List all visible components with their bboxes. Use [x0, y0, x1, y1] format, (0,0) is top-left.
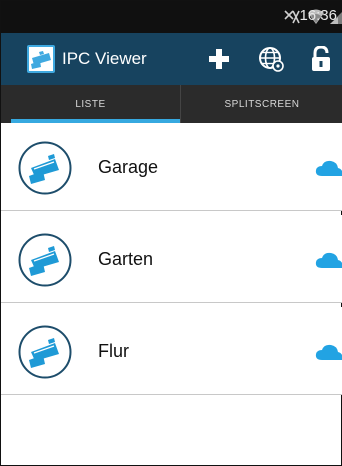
tab-splitscreen-label: SPLITSCREEN	[224, 98, 300, 110]
app-title: IPC Viewer	[62, 49, 147, 68]
tab-splitscreen[interactable]: SPLITSCREEN	[181, 85, 342, 123]
app-logo-icon	[27, 45, 55, 73]
camera-list-item[interactable]: Flur	[1, 307, 342, 395]
camera-list-item[interactable]: Garten	[1, 215, 342, 303]
app-screen: 16:36 IPC Viewer LISTE SPLITSCREEN Garag…	[0, 0, 342, 466]
add-icon	[209, 49, 229, 69]
status-bar: 16:36	[1, 1, 342, 33]
status-time: 16:36	[299, 7, 337, 24]
cloud-icon	[315, 251, 342, 269]
mute-icon	[283, 9, 301, 30]
globe-settings-icon	[259, 47, 284, 72]
app-bar: IPC Viewer	[1, 33, 342, 85]
cloud-icon	[315, 343, 342, 361]
camera-list-item[interactable]: Garage	[1, 123, 342, 211]
tab-liste[interactable]: LISTE	[1, 85, 180, 123]
network-settings-button[interactable]	[257, 45, 285, 73]
add-camera-button[interactable]	[205, 45, 233, 73]
cloud-icon	[315, 159, 342, 177]
camera-icon	[18, 233, 72, 287]
camera-name: Flur	[98, 341, 129, 361]
tab-liste-label: LISTE	[75, 98, 106, 110]
camera-icon	[18, 325, 72, 379]
camera-name: Garage	[98, 157, 159, 177]
camera-name: Garten	[98, 249, 154, 269]
lock-icon	[312, 46, 330, 71]
tab-bar: LISTE SPLITSCREEN	[1, 85, 342, 123]
camera-icon	[18, 141, 72, 195]
lock-button[interactable]	[307, 45, 335, 73]
